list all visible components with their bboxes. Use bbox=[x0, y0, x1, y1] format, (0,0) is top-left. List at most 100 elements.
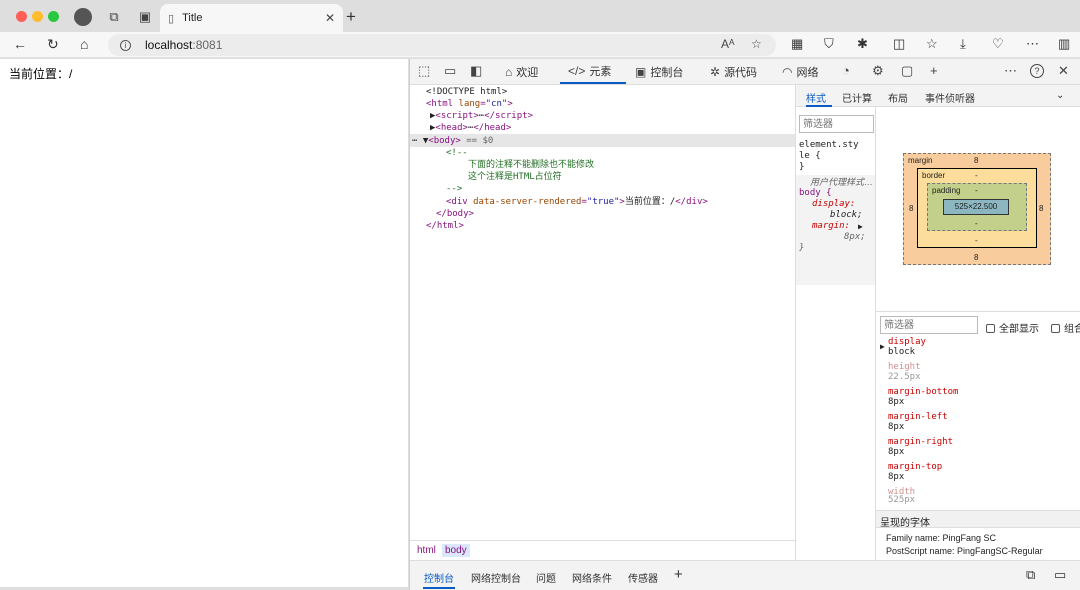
home-button[interactable]: ⌂ bbox=[80, 36, 88, 52]
rule1-selector-b: le { bbox=[799, 151, 821, 161]
rule1-selector-a[interactable]: element.sty bbox=[799, 140, 859, 151]
head-node[interactable]: ▶<head>⋯</head> bbox=[430, 122, 511, 134]
inspect-element-icon[interactable]: ⬚ bbox=[418, 63, 430, 79]
minimize-window-button[interactable] bbox=[32, 11, 43, 22]
styles-tabbar: 样式 已计算 布局 事件侦听器 ⌄ bbox=[796, 85, 1080, 107]
styles-filter-input[interactable] bbox=[799, 115, 874, 133]
split-screen-icon[interactable]: ◫ bbox=[893, 36, 905, 52]
body-tag: body bbox=[433, 136, 456, 146]
performance-icon[interactable]: ♡ bbox=[992, 36, 1004, 52]
expand-display-icon[interactable]: ▶ bbox=[880, 342, 885, 352]
div-node[interactable]: <div data-server-rendered="true">当前位置：/<… bbox=[446, 196, 708, 208]
computed-filter-input[interactable] bbox=[880, 316, 978, 334]
show-all-checkbox[interactable]: 全部显示 bbox=[986, 320, 1039, 335]
tab-computed[interactable]: 已计算 bbox=[842, 90, 872, 105]
expand-triangle-icon[interactable]: ▶ bbox=[858, 221, 863, 232]
address-bar[interactable]: i localhost:8081 Aᴬ ☆ bbox=[108, 34, 776, 56]
rule2-prop-display[interactable]: display: bbox=[812, 199, 855, 210]
computed-prop-display[interactable]: display bbox=[888, 337, 926, 347]
drawer-dock-icon[interactable]: ⧉ bbox=[1026, 567, 1035, 583]
body-node[interactable]: ⋯ ▼<body> == $0 bbox=[412, 135, 493, 147]
script-node[interactable]: ▶<script>⋯</script> bbox=[430, 110, 533, 122]
devtools-menu-icon[interactable]: ⋯ bbox=[1004, 63, 1017, 79]
workspaces-icon[interactable]: ⧉ bbox=[105, 8, 123, 26]
tab-welcome[interactable]: ⌂ 欢迎 bbox=[505, 59, 538, 84]
computed-prop-margin-right[interactable]: margin-right bbox=[888, 437, 953, 447]
close-tab-icon[interactable]: ✕ bbox=[325, 11, 335, 25]
style-rules: element.sty le { } 用户代理样式… body { displa… bbox=[796, 107, 876, 560]
settings-gear-icon[interactable]: ⚙ bbox=[872, 63, 884, 79]
maximize-window-button[interactable] bbox=[48, 11, 59, 22]
vertical-tabs-icon[interactable]: ▣ bbox=[136, 8, 154, 26]
breadcrumb-body[interactable]: body bbox=[442, 544, 470, 557]
head-tag: head bbox=[440, 123, 463, 133]
drawer-add-tab-icon[interactable]: + bbox=[674, 566, 683, 583]
more-menu-icon[interactable]: ⋯ bbox=[1026, 36, 1039, 52]
drawer-tab-console[interactable]: 控制台 bbox=[424, 570, 454, 585]
rule2-selector[interactable]: body { bbox=[799, 188, 832, 199]
profile-avatar[interactable] bbox=[74, 8, 92, 26]
rule2-prop-margin[interactable]: margin: bbox=[812, 221, 850, 232]
downloads-icon[interactable]: ⤓ bbox=[960, 36, 966, 52]
box-margin[interactable]: margin 8 8 8 8 border - - padding - - 52… bbox=[903, 153, 1051, 265]
extensions-icon[interactable]: ✱ bbox=[857, 36, 868, 52]
computed-prop-height[interactable]: height bbox=[888, 362, 921, 372]
chevron-down-icon[interactable]: ⌄ bbox=[1056, 90, 1064, 101]
new-tab-button[interactable]: + bbox=[346, 7, 356, 27]
devtools-panel: ⬚ ▭ ◧ ⌂ 欢迎 </> 元素 ▣ 控制台 ✲ 源代码 ◠ 网络 ◔ ⚙ ▢ + ⋯ … bbox=[409, 59, 1080, 590]
doctype-node[interactable]: <!DOCTYPE html> bbox=[426, 86, 507, 98]
tab-strip: ⧉ ▣ ▯ Title ✕ + bbox=[0, 0, 1080, 32]
drawer-tab-network-conditions[interactable]: 网络条件 bbox=[572, 570, 612, 585]
comment-open[interactable]: <!-- bbox=[446, 147, 468, 159]
back-button[interactable]: ← bbox=[13, 36, 27, 52]
tab-event-listeners[interactable]: 事件侦听器 bbox=[925, 90, 975, 105]
performance-gauge-icon[interactable]: ◔ bbox=[842, 63, 850, 78]
html-node[interactable]: <html lang="cn"> bbox=[426, 98, 513, 110]
computed-prop-margin-left[interactable]: margin-left bbox=[888, 412, 948, 422]
group-box[interactable] bbox=[1051, 324, 1060, 333]
border-bottom-val: - bbox=[975, 236, 978, 245]
tab-sources[interactable]: ✲ 源代码 bbox=[710, 59, 757, 84]
tab-styles[interactable]: 样式 bbox=[806, 90, 826, 105]
box-border[interactable]: border - - padding - - 525×22.500 bbox=[917, 168, 1037, 248]
favorites-icon[interactable]: ☆ bbox=[926, 36, 938, 52]
close-devtools-icon[interactable]: ✕ bbox=[1058, 63, 1069, 79]
tab-elements[interactable]: </> 元素 bbox=[560, 59, 626, 84]
border-top-val: - bbox=[975, 171, 978, 180]
device-emulation-icon[interactable]: ▭ bbox=[444, 63, 456, 79]
collections-icon[interactable]: ▦ bbox=[791, 36, 803, 52]
read-aloud-icon[interactable]: Aᴬ bbox=[721, 37, 734, 51]
drawer-tab-issues[interactable]: 问题 bbox=[536, 570, 556, 585]
tab-layout[interactable]: 布局 bbox=[888, 90, 908, 105]
dock-icon[interactable]: ◧ bbox=[470, 63, 482, 79]
help-icon[interactable]: ? bbox=[1030, 64, 1044, 78]
sidebar-toggle-icon[interactable]: ▥ bbox=[1058, 36, 1070, 52]
tab-network[interactable]: ◠ 网络 bbox=[782, 59, 818, 84]
drawer-tab-network-console[interactable]: 网络控制台 bbox=[471, 570, 521, 585]
tab-title[interactable]: ▯ Title ✕ bbox=[160, 4, 343, 32]
shield-icon[interactable]: ⛉ bbox=[824, 36, 834, 52]
box-padding[interactable]: padding - - 525×22.500 bbox=[927, 183, 1027, 231]
favorite-star-icon[interactable]: ☆ bbox=[751, 37, 762, 51]
devtools-tabbar: ⬚ ▭ ◧ ⌂ 欢迎 </> 元素 ▣ 控制台 ✲ 源代码 ◠ 网络 ◔ ⚙ ▢ + ⋯ … bbox=[410, 59, 1080, 85]
application-icon[interactable]: ▢ bbox=[901, 63, 913, 79]
more-tools-plus-icon[interactable]: + bbox=[930, 63, 938, 78]
computed-val-margin-top: 8px bbox=[888, 472, 905, 482]
info-icon[interactable]: i bbox=[120, 39, 131, 51]
computed-prop-margin-top[interactable]: margin-top bbox=[888, 462, 942, 472]
show-all-box[interactable] bbox=[986, 324, 995, 333]
html-close[interactable]: </html> bbox=[426, 220, 464, 232]
breadcrumb-html[interactable]: html bbox=[414, 544, 439, 557]
computed-prop-margin-bottom[interactable]: margin-bottom bbox=[888, 387, 958, 397]
script-close-tag: script bbox=[495, 111, 528, 121]
drawer-tab-sensors[interactable]: 传感器 bbox=[628, 570, 658, 585]
body-close[interactable]: </body> bbox=[436, 208, 474, 220]
box-content[interactable]: 525×22.500 bbox=[943, 199, 1009, 215]
drawer-close-icon[interactable]: ▭ bbox=[1054, 567, 1066, 583]
close-window-button[interactable] bbox=[16, 11, 27, 22]
comment-line-1: 下面的注释不能删除也不能修改 bbox=[468, 160, 595, 170]
tab-console[interactable]: ▣ 控制台 bbox=[635, 59, 683, 84]
group-checkbox[interactable]: 组合 bbox=[1051, 320, 1080, 335]
reload-button[interactable]: ↻ bbox=[47, 36, 59, 53]
styles-pane: 样式 已计算 布局 事件侦听器 ⌄ element.sty le { } 用户代… bbox=[795, 85, 1080, 560]
